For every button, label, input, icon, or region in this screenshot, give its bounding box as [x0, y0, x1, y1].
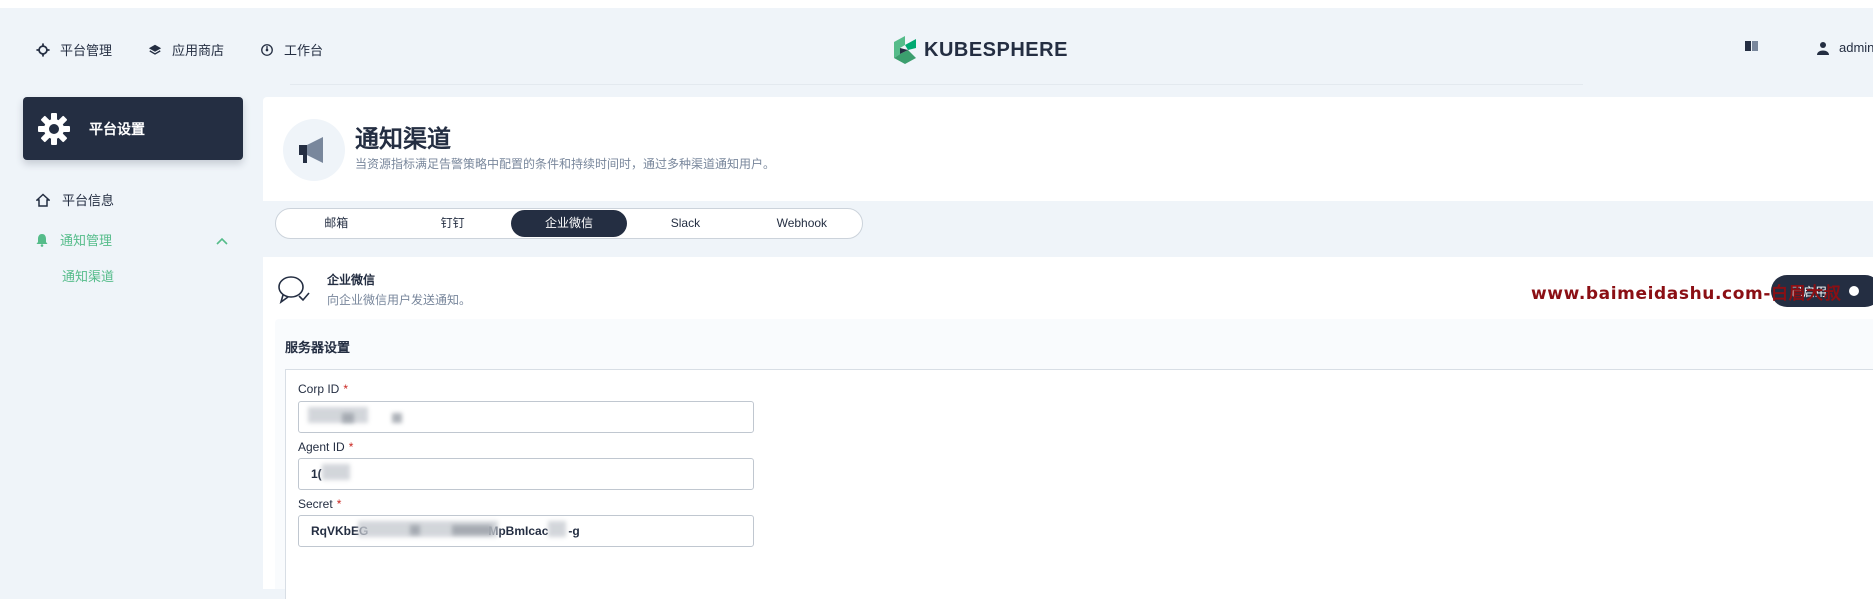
sidebar-item-label: 平台信息 [62, 193, 115, 208]
nav-workbench[interactable]: 工作台 [260, 40, 323, 59]
user-name: admin [1839, 40, 1873, 55]
gear-icon [36, 42, 50, 57]
corp-id-label: Corp ID * [298, 382, 348, 396]
nav-label: 平台管理 [60, 43, 113, 58]
tab-email[interactable]: 邮箱 [278, 210, 394, 237]
toggle-knob [1849, 286, 1859, 296]
required-mark: * [348, 440, 354, 454]
kubesphere-logo-icon [894, 36, 916, 64]
tab-webhook[interactable]: Webhook [744, 210, 860, 237]
channel-tabs: 邮箱 钉钉 企业微信 Slack Webhook [275, 208, 863, 239]
server-settings-title: 服务器设置 [285, 340, 351, 355]
sidebar-sub-item-notification-channels[interactable]: 通知渠道 [62, 266, 114, 285]
tabs-bar: 邮箱 钉钉 企业微信 Slack Webhook [263, 201, 1873, 245]
corp-id-input[interactable] [298, 401, 754, 433]
kubesphere-logo[interactable]: KUBESPHERE [892, 36, 1068, 64]
page-title: 通知渠道 [355, 126, 451, 153]
agent-id-label: Agent ID * [298, 440, 353, 454]
user-menu[interactable]: admin [1817, 40, 1873, 55]
megaphone-icon-circle [283, 119, 345, 181]
gear-icon [38, 112, 70, 145]
brand-name: KUBESPHERE [924, 38, 1068, 61]
secret-input[interactable] [298, 515, 754, 547]
tab-dingtalk[interactable]: 钉钉 [394, 210, 510, 237]
layers-icon [148, 44, 162, 55]
nav-label: 应用商店 [172, 43, 225, 58]
server-settings-form: Corp ID* Agent ID* Secret* [285, 369, 1873, 599]
nav-app-store[interactable]: 应用商店 [148, 40, 224, 59]
home-icon [36, 192, 50, 207]
sidebar-item-notification-management[interactable]: 通知管理 [36, 230, 112, 249]
platform-settings-title: 平台设置 [89, 120, 145, 137]
tab-slack[interactable]: Slack [627, 210, 743, 237]
chevron-up-icon[interactable] [216, 237, 228, 245]
platform-settings-card: 平台设置 [23, 97, 243, 160]
required-mark: * [336, 497, 342, 511]
user-icon [1817, 41, 1829, 55]
watermark-text: www.baimeidashu.com-白眉大叔 [1531, 284, 1842, 304]
secret-label: Secret * [298, 497, 341, 511]
bell-icon [36, 233, 48, 247]
required-mark: * [343, 382, 349, 396]
page-header: 通知渠道 当资源指标满足告警策略中配置的条件和持续时间时，通过多种渠道通知用户。 [263, 97, 1873, 201]
dashboard-icon [261, 43, 273, 56]
chat-icon [278, 276, 310, 304]
top-bar: 平台管理 应用商店 工作台 KUBESPHERE admin [0, 0, 1873, 85]
nav-label: 工作台 [284, 43, 324, 58]
field-label-text: Corp ID [298, 382, 340, 396]
sidebar-item-platform-info[interactable]: 平台信息 [36, 190, 114, 209]
panel-title: 企业微信 [327, 273, 376, 287]
wecom-panel: 企业微信 向企业微信用户发送通知。 已启用 www.baimeidashu.co… [263, 257, 1873, 599]
tab-wecom[interactable]: 企业微信 [510, 210, 628, 237]
panel-description: 向企业微信用户发送通知。 [327, 293, 472, 307]
page-description: 当资源指标满足告警策略中配置的条件和持续时间时，通过多种渠道通知用户。 [355, 157, 776, 171]
sidebar-item-label: 通知管理 [60, 233, 113, 248]
topbar-divider [290, 84, 1583, 85]
field-label-text: Agent ID [298, 440, 345, 454]
megaphone-icon [299, 137, 323, 163]
book-icon [1745, 41, 1758, 51]
docs-button[interactable] [1745, 40, 1759, 52]
server-settings: 服务器设置 Corp ID* Agent ID* Secret* [275, 319, 1873, 599]
agent-id-input[interactable] [298, 458, 754, 490]
field-label-text: Secret [298, 497, 333, 511]
nav-platform-management[interactable]: 平台管理 [36, 40, 112, 59]
